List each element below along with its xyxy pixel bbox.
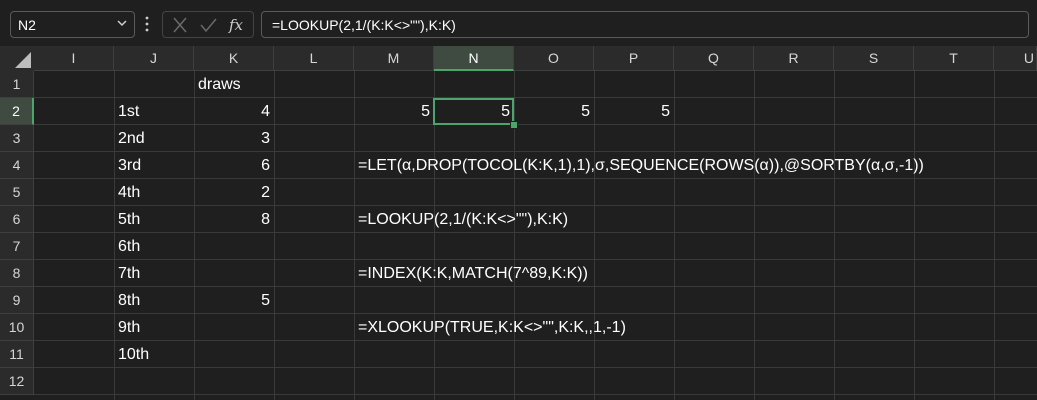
formula-input[interactable]: =LOOKUP(2,1/(K:K<>""),K:K): [261, 11, 1029, 38]
gridline: [34, 394, 1037, 395]
cell-J11[interactable]: 10th: [118, 341, 149, 368]
cell-J2[interactable]: 1st: [118, 98, 139, 125]
cell-J3[interactable]: 2nd: [118, 125, 145, 152]
row-header-5[interactable]: 5: [0, 179, 34, 206]
row-header-2[interactable]: 2: [0, 98, 34, 125]
select-all-corner[interactable]: [0, 46, 34, 71]
gridline: [834, 71, 835, 400]
column-header-R[interactable]: R: [754, 46, 834, 71]
spreadsheet-grid[interactable]: I J K L M N O P Q R S T U 1 2 3 4 5 6 7 …: [0, 46, 1037, 400]
cell-M10[interactable]: =XLOOKUP(TRUE,K:K<>"",K:K,,1,-1): [358, 314, 626, 341]
cell-J7[interactable]: 6th: [118, 233, 140, 260]
cell-J10[interactable]: 9th: [118, 314, 140, 341]
fill-handle[interactable]: [510, 121, 518, 129]
cell-J4[interactable]: 3rd: [118, 152, 141, 179]
cell-K5[interactable]: 2: [194, 179, 270, 206]
cell-K1[interactable]: draws: [198, 71, 241, 98]
enter-check-icon[interactable]: [198, 16, 218, 34]
name-box-value: N2: [18, 17, 36, 33]
cell-M6[interactable]: =LOOKUP(2,1/(K:K<>""),K:K): [358, 206, 568, 233]
cell-K4[interactable]: 6: [194, 152, 270, 179]
gridline: [914, 71, 915, 400]
svg-text:fx: fx: [228, 16, 244, 34]
row-header-7[interactable]: 7: [0, 233, 34, 260]
column-header-T[interactable]: T: [914, 46, 994, 71]
cell-J8[interactable]: 7th: [118, 260, 140, 287]
row-header-9[interactable]: 9: [0, 287, 34, 314]
row-header-11[interactable]: 11: [0, 341, 34, 368]
row-header-12[interactable]: 12: [0, 368, 34, 395]
gridline: [674, 71, 675, 400]
column-header-O[interactable]: O: [514, 46, 594, 71]
more-options-icon[interactable]: [144, 14, 150, 34]
row-header-8[interactable]: 8: [0, 260, 34, 287]
select-all-icon: [15, 52, 31, 68]
column-header-M[interactable]: M: [354, 46, 434, 71]
gridline: [754, 71, 755, 400]
column-header-L[interactable]: L: [274, 46, 354, 71]
cancel-icon[interactable]: [170, 16, 190, 34]
cell-P2[interactable]: 5: [594, 98, 670, 125]
cell-M4[interactable]: =LET(α,DROP(TOCOL(K:K,1),1),σ,SEQUENCE(R…: [358, 152, 924, 179]
column-header-U[interactable]: U: [994, 46, 1037, 71]
cell-M8[interactable]: =INDEX(K:K,MATCH(7^89,K:K)): [358, 260, 588, 287]
formula-text: =LOOKUP(2,1/(K:K<>""),K:K): [272, 17, 456, 33]
insert-function-icon[interactable]: fx: [227, 16, 247, 34]
cell-O2[interactable]: 5: [514, 98, 590, 125]
column-header-J[interactable]: J: [114, 46, 194, 71]
column-header-I[interactable]: I: [34, 46, 114, 71]
cell-M2[interactable]: 5: [354, 98, 430, 125]
column-header-K[interactable]: K: [194, 46, 274, 71]
row-header-1[interactable]: 1: [0, 71, 34, 98]
column-header-N[interactable]: N: [434, 46, 514, 71]
cell-J6[interactable]: 5th: [118, 206, 140, 233]
cell-K6[interactable]: 8: [194, 206, 270, 233]
chevron-down-icon[interactable]: [115, 16, 129, 30]
row-header-3[interactable]: 3: [0, 125, 34, 152]
column-header-P[interactable]: P: [594, 46, 674, 71]
gridline: [114, 71, 115, 400]
gridline: [34, 367, 1037, 368]
cell-K3[interactable]: 3: [194, 125, 270, 152]
column-header-Q[interactable]: Q: [674, 46, 754, 71]
row-header-4[interactable]: 4: [0, 152, 34, 179]
formula-bar-area: N2 fx =LOOKUP(2,1/(K:K<>""),K:K): [0, 0, 1037, 46]
row-header-6[interactable]: 6: [0, 206, 34, 233]
name-box[interactable]: N2: [10, 11, 135, 38]
formula-buttons: fx: [162, 11, 254, 38]
active-cell-border: [433, 98, 514, 125]
cell-K9[interactable]: 5: [194, 287, 270, 314]
gridline: [274, 71, 275, 400]
cell-J9[interactable]: 8th: [118, 287, 140, 314]
cell-K2[interactable]: 4: [194, 98, 270, 125]
gridline: [994, 71, 995, 400]
cell-J5[interactable]: 4th: [118, 179, 140, 206]
column-header-S[interactable]: S: [834, 46, 914, 71]
row-header-10[interactable]: 10: [0, 314, 34, 341]
